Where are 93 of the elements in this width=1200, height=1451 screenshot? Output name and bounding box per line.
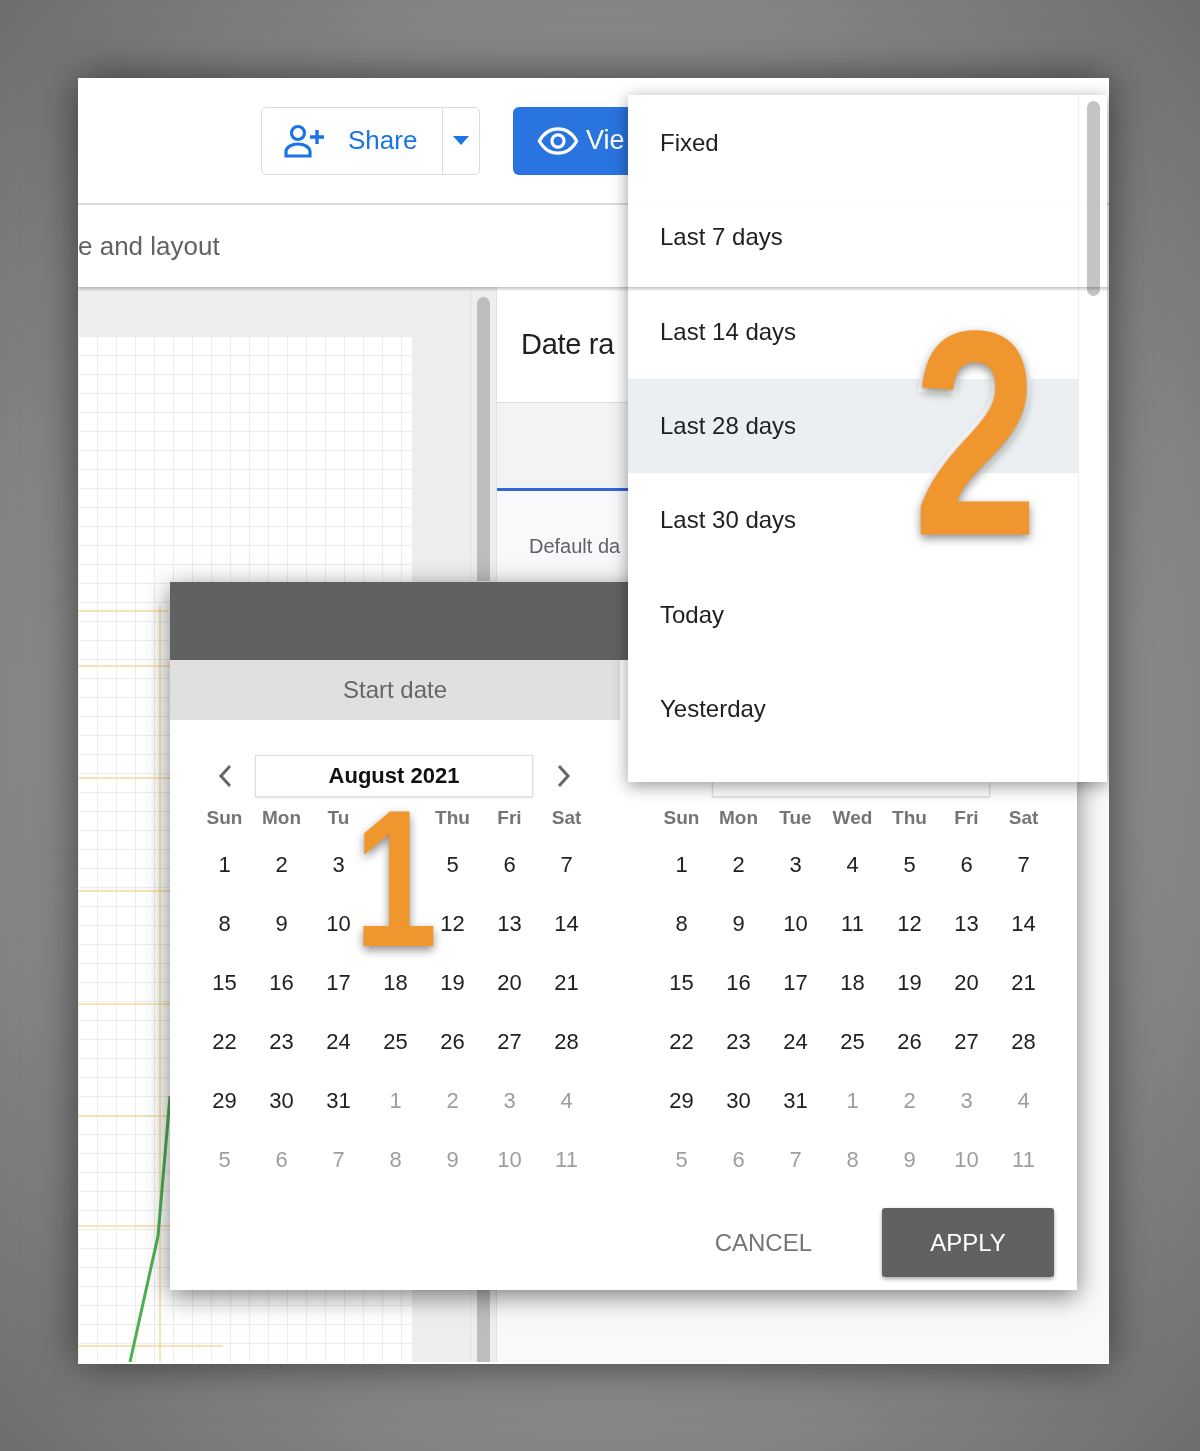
day-number[interactable]: 8 bbox=[675, 910, 688, 937]
weekday-label: Wed bbox=[832, 806, 873, 829]
day-number[interactable]: 30 bbox=[269, 1087, 294, 1114]
panel-title: Date ra bbox=[521, 328, 614, 361]
weekday-label: Sun bbox=[206, 806, 243, 829]
day-number[interactable]: 7 bbox=[560, 851, 573, 878]
menu-item[interactable]: Fixed bbox=[628, 96, 1078, 191]
day-number[interactable]: 29 bbox=[669, 1087, 694, 1114]
day-number[interactable]: 9 bbox=[732, 910, 745, 937]
day-number[interactable]: 11 bbox=[841, 910, 864, 937]
weekday-label: Sat bbox=[1008, 806, 1039, 829]
day-number[interactable]: 22 bbox=[212, 1028, 237, 1055]
day-number[interactable]: 27 bbox=[497, 1028, 522, 1055]
day-number[interactable]: 31 bbox=[326, 1087, 351, 1114]
day-number[interactable]: 28 bbox=[554, 1028, 579, 1055]
day-number[interactable]: 21 bbox=[1011, 969, 1036, 996]
day-number[interactable]: 6 bbox=[503, 851, 516, 878]
day-number[interactable]: 27 bbox=[954, 1028, 979, 1055]
scrollbar-thumb[interactable] bbox=[477, 1289, 490, 1362]
dropdown-button[interactable] bbox=[442, 107, 479, 174]
day-number[interactable]: 7 bbox=[1017, 851, 1030, 878]
menu-item[interactable]: Yesterday bbox=[628, 661, 1078, 757]
day-number[interactable]: 1 bbox=[218, 851, 231, 878]
caret-icon bbox=[453, 136, 469, 145]
day-number[interactable]: 29 bbox=[212, 1087, 237, 1114]
day-number[interactable]: 15 bbox=[669, 969, 694, 996]
day-number[interactable]: 2 bbox=[732, 851, 745, 878]
day-number[interactable]: 15 bbox=[212, 969, 237, 996]
apply-button[interactable]: APPLY bbox=[882, 1208, 1054, 1277]
weekday-label: Tu bbox=[327, 806, 350, 829]
menu-item[interactable]: Last 7 days bbox=[628, 190, 1078, 285]
scrollbar-thumb[interactable] bbox=[477, 297, 490, 581]
eye-icon bbox=[537, 126, 579, 155]
day-number[interactable]: 24 bbox=[326, 1028, 351, 1055]
menu-item[interactable]: Today bbox=[628, 567, 1078, 662]
day-number[interactable]: 23 bbox=[726, 1028, 751, 1055]
day-number[interactable]: 3 bbox=[332, 851, 345, 878]
day-number[interactable]: 8 bbox=[218, 910, 231, 937]
weekday-label: Fri bbox=[954, 806, 979, 829]
day-number[interactable]: 28 bbox=[1011, 1028, 1036, 1055]
day-number[interactable]: 13 bbox=[954, 910, 979, 937]
weekday-label: Thu bbox=[892, 806, 927, 829]
weekday-label: Sun bbox=[663, 806, 700, 829]
day-number[interactable]: 25 bbox=[840, 1028, 865, 1055]
view-button[interactable]: Vie bbox=[513, 106, 630, 175]
day-number[interactable]: 26 bbox=[897, 1028, 922, 1055]
weekday-label: Sat bbox=[551, 806, 582, 829]
tab-label[interactable]: e and layout bbox=[78, 230, 220, 262]
day-number[interactable]: 5 bbox=[903, 851, 916, 878]
day-number[interactable]: 12 bbox=[440, 910, 465, 937]
day-number[interactable]: 19 bbox=[897, 969, 922, 996]
day-number[interactable]: 6 bbox=[960, 851, 973, 878]
cancel-button[interactable]: CANCEL bbox=[694, 1208, 832, 1277]
day-number[interactable]: 13 bbox=[497, 910, 522, 937]
day-number[interactable]: 14 bbox=[1011, 910, 1036, 937]
day-number[interactable]: 21 bbox=[554, 969, 579, 996]
scrollbar-thumb[interactable] bbox=[1087, 101, 1100, 296]
day-number[interactable]: 22 bbox=[669, 1028, 694, 1055]
weekday-label: Mon bbox=[261, 806, 301, 829]
day-number[interactable]: 10 bbox=[326, 910, 351, 937]
day-number[interactable]: 16 bbox=[726, 969, 751, 996]
day-number[interactable]: 17 bbox=[783, 969, 808, 996]
day-number[interactable]: 26 bbox=[440, 1028, 465, 1055]
day-number[interactable]: 31 bbox=[783, 1087, 808, 1114]
day-number[interactable]: 16 bbox=[269, 969, 294, 996]
day-number[interactable]: 4 bbox=[846, 851, 859, 878]
field-label: Default da bbox=[529, 535, 622, 558]
day-number[interactable]: 17 bbox=[326, 969, 351, 996]
day-number[interactable]: 18 bbox=[383, 969, 408, 996]
day-number[interactable]: 14 bbox=[554, 910, 579, 937]
day-number[interactable]: 25 bbox=[383, 1028, 408, 1055]
weekday-label: Tue bbox=[779, 806, 812, 829]
day-number[interactable]: 10 bbox=[783, 910, 808, 937]
day-number[interactable]: 5 bbox=[446, 851, 459, 878]
day-number[interactable]: 12 bbox=[897, 910, 922, 937]
day-number[interactable]: 23 bbox=[269, 1028, 294, 1055]
weekday-label: Thu bbox=[435, 806, 470, 829]
day-number[interactable]: 20 bbox=[497, 969, 522, 996]
weekday-label: Fri bbox=[497, 806, 522, 829]
day-number[interactable]: 2 bbox=[275, 851, 288, 878]
day-number[interactable]: 24 bbox=[783, 1028, 808, 1055]
day-number[interactable]: 9 bbox=[275, 910, 288, 937]
day-number[interactable]: 30 bbox=[726, 1087, 751, 1114]
day-number[interactable]: 20 bbox=[954, 969, 979, 996]
day-number[interactable]: 3 bbox=[789, 851, 802, 878]
previous-month-icon[interactable] bbox=[217, 764, 232, 788]
next-month-icon[interactable] bbox=[556, 764, 571, 788]
weekday-label: Mon bbox=[718, 806, 758, 829]
day-number[interactable]: 1 bbox=[675, 851, 688, 878]
day-number[interactable]: 18 bbox=[840, 969, 865, 996]
start-date-tab[interactable]: Start date bbox=[170, 660, 620, 720]
month-field[interactable]: August 2021 bbox=[255, 755, 533, 797]
day-number[interactable]: 19 bbox=[440, 969, 465, 996]
